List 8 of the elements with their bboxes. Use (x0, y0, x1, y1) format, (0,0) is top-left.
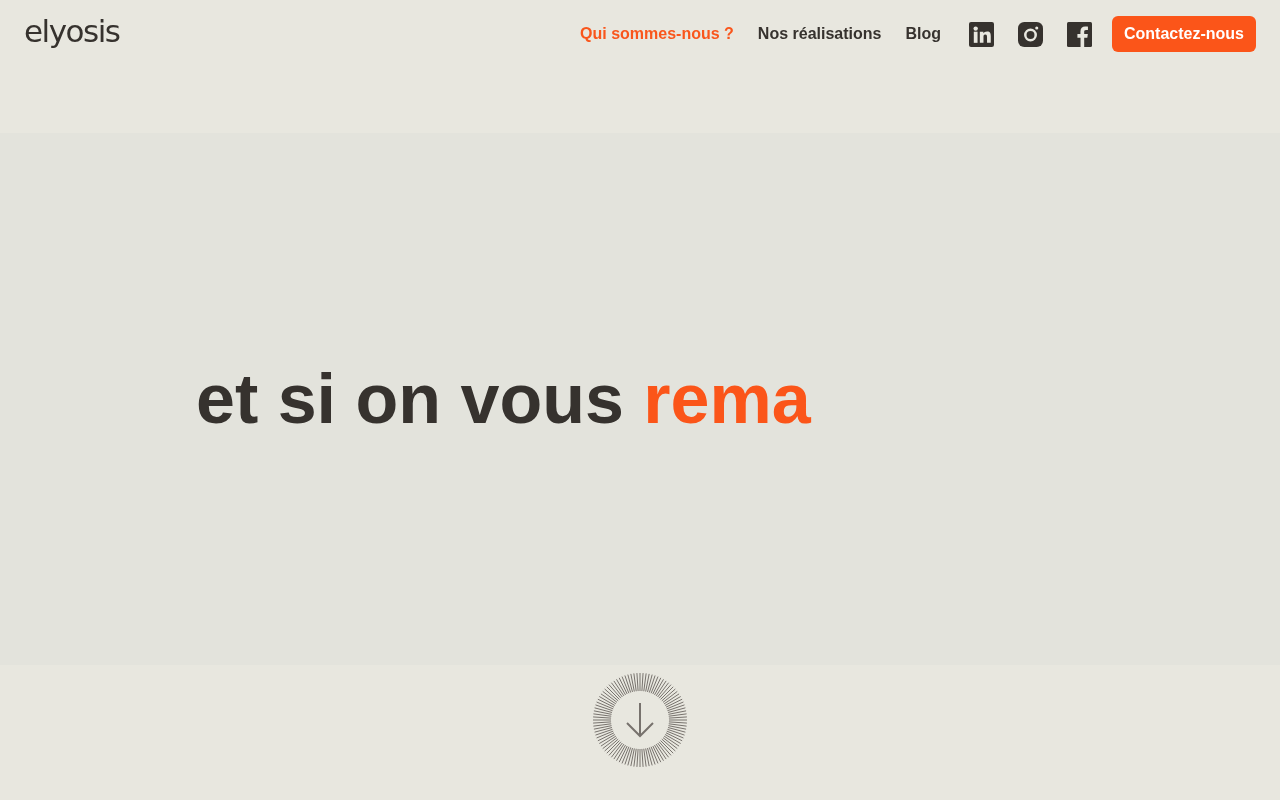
scroll-down-icon[interactable] (592, 672, 688, 768)
linkedin-icon[interactable] (969, 21, 994, 47)
logo[interactable]: elyosis (24, 13, 120, 49)
hero-headline: et si on vous rema (196, 360, 811, 438)
instagram-icon[interactable] (1018, 21, 1043, 47)
nav-link[interactable]: Nos réalisations (757, 25, 882, 43)
nav-link[interactable]: Blog (905, 25, 941, 43)
facebook-icon[interactable] (1067, 21, 1092, 47)
